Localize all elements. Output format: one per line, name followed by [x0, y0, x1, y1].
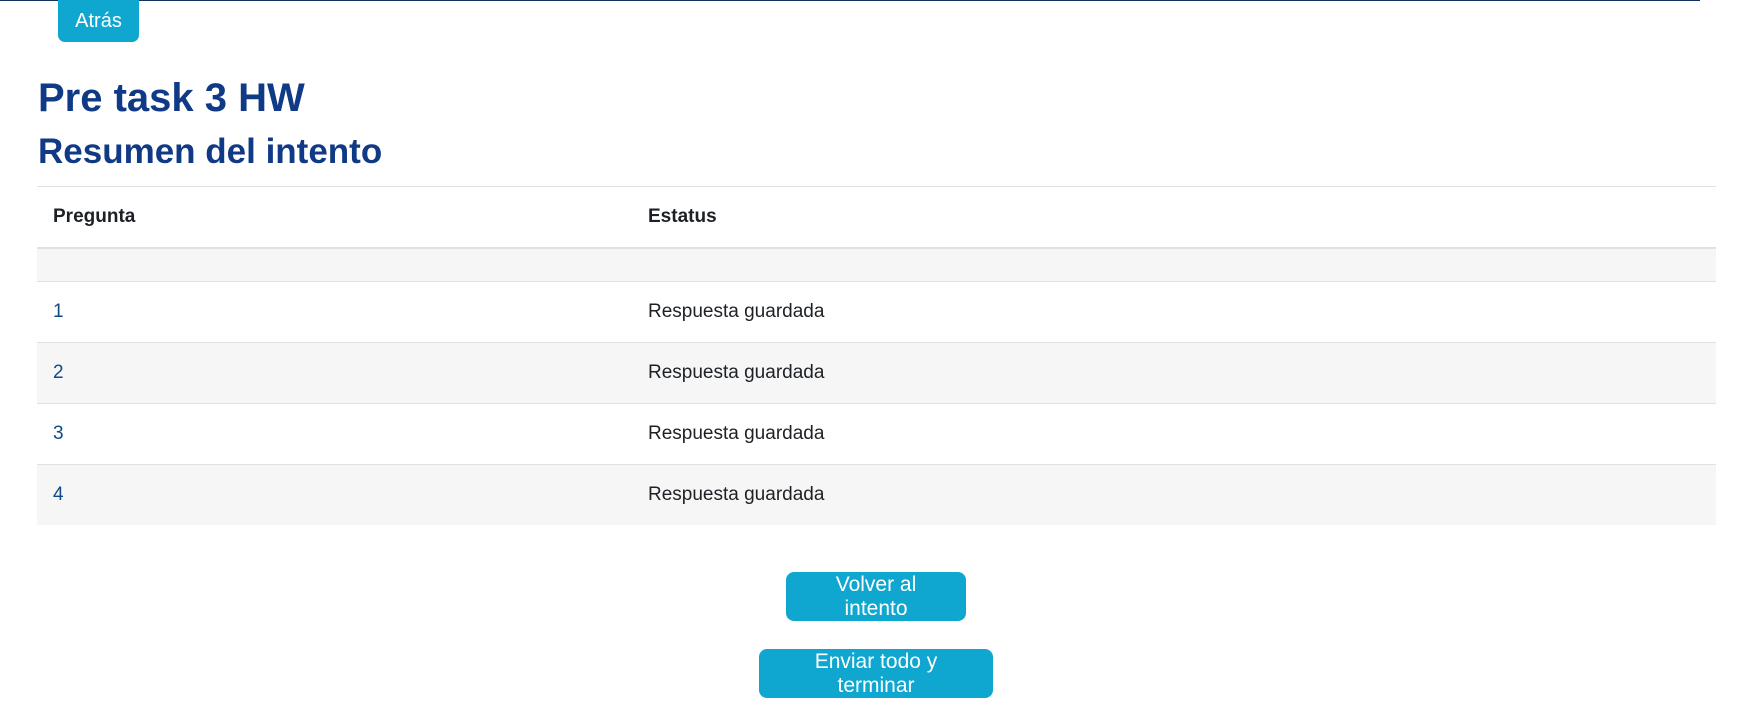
table-row: 4 Respuesta guardada — [37, 464, 1716, 525]
question-cell: 1 — [37, 281, 632, 343]
question-link-4[interactable]: 4 — [53, 484, 64, 505]
column-header-question: Pregunta — [37, 186, 632, 249]
table-header-row: Pregunta Estatus — [37, 186, 1716, 249]
question-link-2[interactable]: 2 — [53, 362, 64, 383]
question-link-3[interactable]: 3 — [53, 423, 64, 444]
table-cell — [37, 247, 632, 282]
question-cell: 4 — [37, 464, 632, 525]
attempt-summary-table: Pregunta Estatus 1 Respuesta guardada 2 … — [37, 186, 1716, 525]
status-cell: Respuesta guardada — [632, 342, 1716, 404]
back-button[interactable]: Atrás — [58, 0, 139, 42]
status-cell: Respuesta guardada — [632, 403, 1716, 465]
table-row: 1 Respuesta guardada — [37, 281, 1716, 343]
column-header-status: Estatus — [632, 186, 1716, 249]
section-title: Resumen del intento — [38, 132, 383, 171]
return-to-attempt-button[interactable]: Volver al intento — [786, 572, 966, 621]
question-cell: 2 — [37, 342, 632, 404]
status-cell: Respuesta guardada — [632, 281, 1716, 343]
status-cell: Respuesta guardada — [632, 464, 1716, 525]
page-title: Pre task 3 HW — [38, 76, 305, 120]
table-cell — [632, 247, 1716, 282]
top-divider — [0, 0, 1700, 1]
table-section-row — [37, 247, 1716, 282]
table-row: 2 Respuesta guardada — [37, 342, 1716, 404]
question-link-1[interactable]: 1 — [53, 301, 64, 322]
table-row: 3 Respuesta guardada — [37, 403, 1716, 465]
question-cell: 3 — [37, 403, 632, 465]
submit-all-and-finish-button[interactable]: Enviar todo y terminar — [759, 649, 993, 698]
